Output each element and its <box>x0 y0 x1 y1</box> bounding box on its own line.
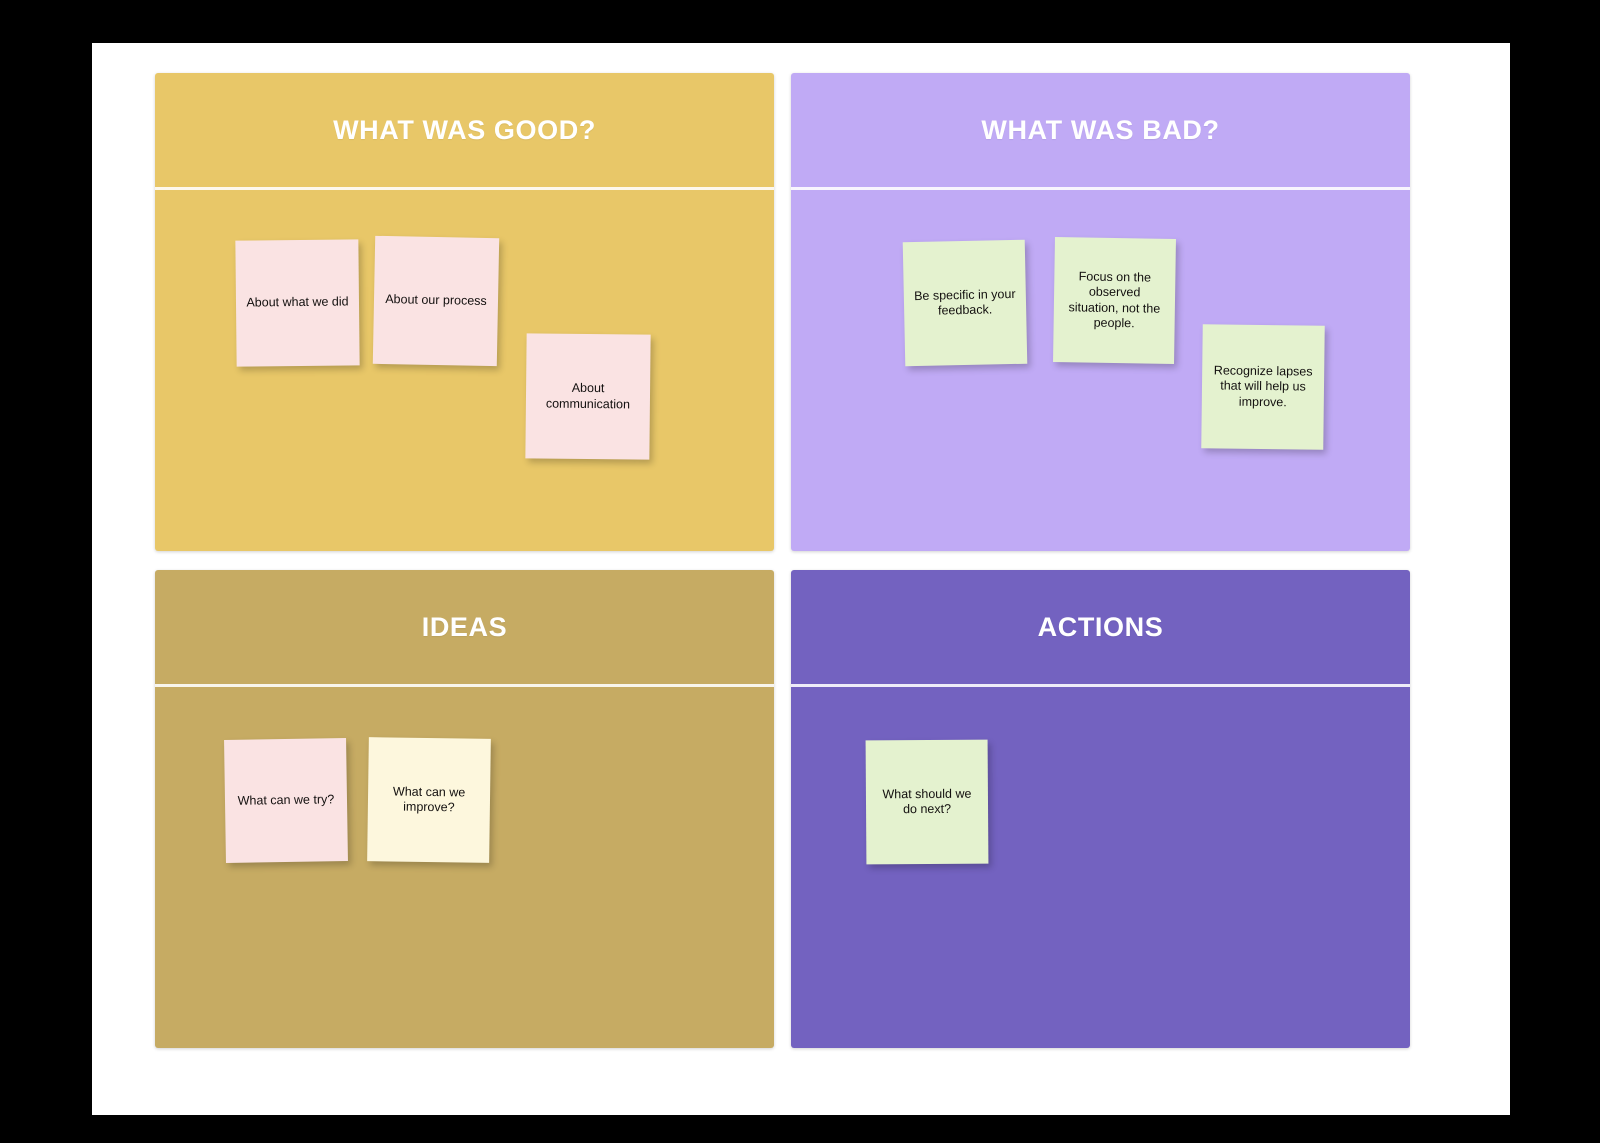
quadrant-body-what-was-good[interactable]: About what we did About our process Abou… <box>155 190 774 548</box>
quadrant-grid: WHAT WAS GOOD? About what we did About o… <box>155 73 1410 1048</box>
sticky-note-text: What can we try? <box>237 792 335 808</box>
quadrant-what-was-good[interactable]: WHAT WAS GOOD? About what we did About o… <box>155 73 774 551</box>
quadrant-what-was-bad[interactable]: WHAT WAS BAD? Be specific in your feedba… <box>791 73 1410 551</box>
quadrant-header-ideas: IDEAS <box>155 570 774 687</box>
quadrant-header-what-was-good: WHAT WAS GOOD? <box>155 73 774 190</box>
sticky-note[interactable]: Recognize lapses that will help us impro… <box>1201 324 1325 450</box>
quadrant-title-actions: ACTIONS <box>1037 611 1164 642</box>
quadrant-header-what-was-bad: WHAT WAS BAD? <box>791 73 1410 190</box>
quadrant-actions[interactable]: ACTIONS What should we do next? <box>791 570 1410 1048</box>
sticky-note-text: What can we improve? <box>392 784 466 815</box>
quadrant-body-what-was-bad[interactable]: Be specific in your feedback. Focus on t… <box>791 190 1410 548</box>
sticky-note-text: About our process <box>385 292 487 309</box>
sticky-note[interactable]: About communication <box>525 333 651 460</box>
sticky-note[interactable]: About what we did <box>235 239 360 367</box>
sticky-note[interactable]: About our process <box>372 235 500 367</box>
quadrant-title-what-was-good: WHAT WAS GOOD? <box>333 114 596 145</box>
sticky-note-text: Focus on the observed situation, not the… <box>1068 269 1161 331</box>
sticky-note-text: Recognize lapses that will help us impro… <box>1213 363 1313 409</box>
sticky-note[interactable]: Be specific in your feedback. <box>902 239 1028 367</box>
quadrant-body-ideas[interactable]: What can we try? What can we improve? <box>155 687 774 1045</box>
quadrant-body-actions[interactable]: What should we do next? <box>791 687 1410 1045</box>
sticky-note[interactable]: What can we improve? <box>367 737 491 863</box>
retrospective-board-page: WHAT WAS GOOD? About what we did About o… <box>92 43 1510 1115</box>
sticky-note-text: What should we do next? <box>882 786 972 817</box>
sticky-note[interactable]: What should we do next? <box>865 739 989 865</box>
sticky-note[interactable]: What can we try? <box>224 738 348 863</box>
quadrant-title-ideas: IDEAS <box>421 611 508 642</box>
sticky-note[interactable]: Focus on the observed situation, not the… <box>1053 237 1176 364</box>
quadrant-header-actions: ACTIONS <box>791 570 1410 687</box>
quadrant-ideas[interactable]: IDEAS What can we try? What can we impro… <box>155 570 774 1048</box>
sticky-note-text: Be specific in your feedback. <box>913 286 1016 318</box>
quadrant-title-what-was-bad: WHAT WAS BAD? <box>981 114 1220 145</box>
sticky-note-text: About what we did <box>246 294 349 310</box>
sticky-note-text: About communication <box>545 381 631 411</box>
